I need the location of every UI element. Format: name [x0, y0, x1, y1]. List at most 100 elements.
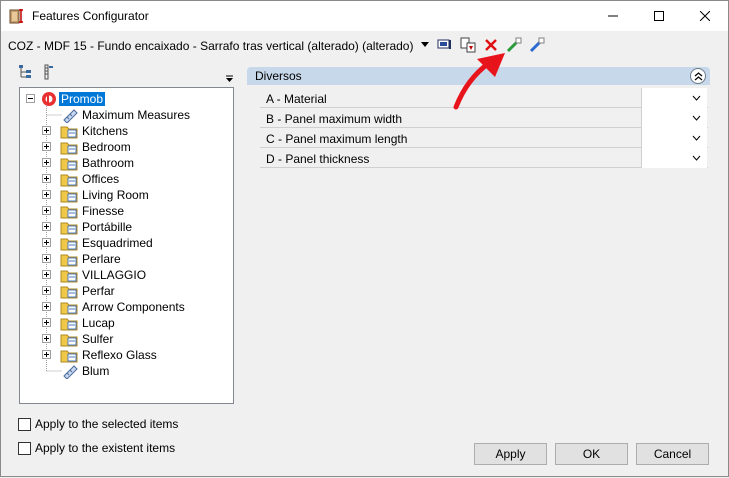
tree-item-label: Perlare [82, 252, 121, 266]
combo-dropdown-icon[interactable] [421, 42, 429, 48]
expand-toggle[interactable] [42, 350, 51, 359]
expand-toggle[interactable] [42, 254, 51, 263]
maximize-button[interactable] [636, 1, 682, 31]
property-value-dropdown[interactable] [641, 148, 707, 168]
chevron-down-icon [692, 155, 701, 161]
tree-item-label: Bathroom [82, 156, 135, 170]
tree-view-icon[interactable] [18, 64, 34, 80]
tree-item-label: Blum [82, 364, 110, 378]
expand-toggle[interactable] [42, 174, 51, 183]
apply-selected-option[interactable]: Apply to the selected items [18, 417, 178, 431]
expand-toggle[interactable] [42, 222, 51, 231]
apply-existent-checkbox[interactable] [18, 441, 31, 455]
folder-icon [60, 270, 78, 283]
property-row-panel-thickness: D - Panel thickness [260, 148, 708, 168]
tree-item-label: Offices [82, 172, 120, 186]
apply-green-icon[interactable] [506, 37, 522, 53]
property-label: A - Material [266, 92, 327, 106]
folder-icon [60, 190, 78, 203]
folder-icon [60, 286, 78, 299]
tree-item-esquadrimed[interactable]: Esquadrimed [20, 235, 233, 251]
property-row-panel-max-width: B - Panel maximum width [260, 108, 708, 128]
apply-selected-label: Apply to the selected items [35, 417, 179, 431]
property-value-dropdown[interactable] [641, 88, 707, 108]
expand-toggle[interactable] [42, 158, 51, 167]
tree-item-label: Perfar [82, 284, 115, 298]
tree-item-reflexo-glass[interactable]: Reflexo Glass [20, 347, 233, 363]
expand-toggle[interactable] [42, 142, 51, 151]
maximize-icon [654, 11, 664, 21]
tree-toolbar [16, 61, 236, 83]
expand-toggle[interactable] [42, 126, 51, 135]
minimize-button[interactable] [590, 1, 636, 31]
tree-item-kitchens[interactable]: Kitchens [20, 123, 233, 139]
tree-item-living-room[interactable]: Living Room [20, 187, 233, 203]
tree-item-label: VILLAGGIO [82, 268, 147, 282]
double-chevron-up-icon [694, 71, 702, 80]
screen-icon[interactable] [437, 37, 453, 53]
tree-item-label: Portábille [82, 220, 133, 234]
chevron-down-icon [692, 115, 701, 121]
expand-toggle[interactable] [42, 302, 51, 311]
close-button[interactable] [682, 1, 728, 31]
main-toolbar: COZ - MDF 15 - Fundo encaixado - Sarrafo… [1, 32, 728, 58]
tree-item-root[interactable]: Promob [20, 91, 233, 107]
collapse-group-button[interactable] [690, 68, 706, 84]
apply-button[interactable]: Apply [474, 443, 547, 465]
tree-item-blum[interactable]: Blum [20, 363, 233, 379]
tree-item-label: Esquadrimed [82, 236, 153, 250]
tree-item-perlare[interactable]: Perlare [20, 251, 233, 267]
tree-item-lucap[interactable]: Lucap [20, 315, 233, 331]
expand-toggle[interactable] [42, 238, 51, 247]
tree-item-villaggio[interactable]: VILLAGGIO [20, 267, 233, 283]
folder-icon [60, 350, 78, 363]
apply-selected-checkbox[interactable] [18, 417, 31, 431]
property-row-material: A - Material [260, 88, 708, 108]
window-title: Features Configurator [32, 9, 149, 23]
cancel-button[interactable]: Cancel [636, 443, 709, 465]
apply-existent-option[interactable]: Apply to the existent items [18, 441, 175, 455]
tree-item-finesse[interactable]: Finesse [20, 203, 233, 219]
configuration-combo[interactable]: COZ - MDF 15 - Fundo encaixado - Sarrafo… [8, 39, 413, 53]
apply-blue-icon[interactable] [529, 37, 545, 53]
collapse-root-toggle[interactable] [26, 94, 35, 103]
property-value-dropdown[interactable] [641, 108, 707, 128]
property-row-panel-max-length: C - Panel maximum length [260, 128, 708, 148]
copy-icon[interactable] [460, 37, 476, 53]
ruler-icon [63, 365, 78, 379]
group-header-diversos[interactable]: Diversos [247, 67, 710, 85]
tree-item-label: Sulfer [82, 332, 114, 346]
folder-icon [60, 302, 78, 315]
folder-icon [60, 174, 78, 187]
tree-item-bedroom[interactable]: Bedroom [20, 139, 233, 155]
tree-item-maximum-measures[interactable]: Maximum Measures [20, 107, 233, 123]
tree-item-label: Bedroom [82, 140, 131, 154]
ok-button[interactable]: OK [555, 443, 628, 465]
features-configurator-window: Features Configurator COZ - MDF 15 - Fun… [0, 0, 729, 477]
expand-toggle[interactable] [42, 318, 51, 327]
folder-icon [60, 142, 78, 155]
tree-item-bathroom[interactable]: Bathroom [20, 155, 233, 171]
tree-item-arrow-components[interactable]: Arrow Components [20, 299, 233, 315]
promob-logo-icon [42, 92, 56, 106]
tree-item-offices[interactable]: Offices [20, 171, 233, 187]
tree-item-perfar[interactable]: Perfar [20, 283, 233, 299]
property-value-dropdown[interactable] [641, 128, 707, 148]
tree-toolbar-overflow-icon[interactable] [225, 75, 234, 83]
expand-toggle[interactable] [42, 190, 51, 199]
folder-icon [60, 254, 78, 267]
expand-toggle[interactable] [42, 270, 51, 279]
tree-item-label: Arrow Components [82, 300, 185, 314]
tree-item-sulfer[interactable]: Sulfer [20, 331, 233, 347]
expand-toggle[interactable] [42, 334, 51, 343]
expand-toggle[interactable] [42, 286, 51, 295]
delete-icon[interactable] [483, 37, 499, 53]
folder-icon [60, 206, 78, 219]
minimize-icon [608, 15, 618, 17]
tree-panel[interactable]: Promob Maximum Measures Kitchens Bedroom… [19, 87, 234, 404]
tree-item-portabille[interactable]: Portábille [20, 219, 233, 235]
tree-item-label: Maximum Measures [82, 108, 191, 122]
expand-toggle[interactable] [42, 206, 51, 215]
tree-item-label: Finesse [82, 204, 125, 218]
list-view-icon[interactable] [41, 64, 57, 80]
